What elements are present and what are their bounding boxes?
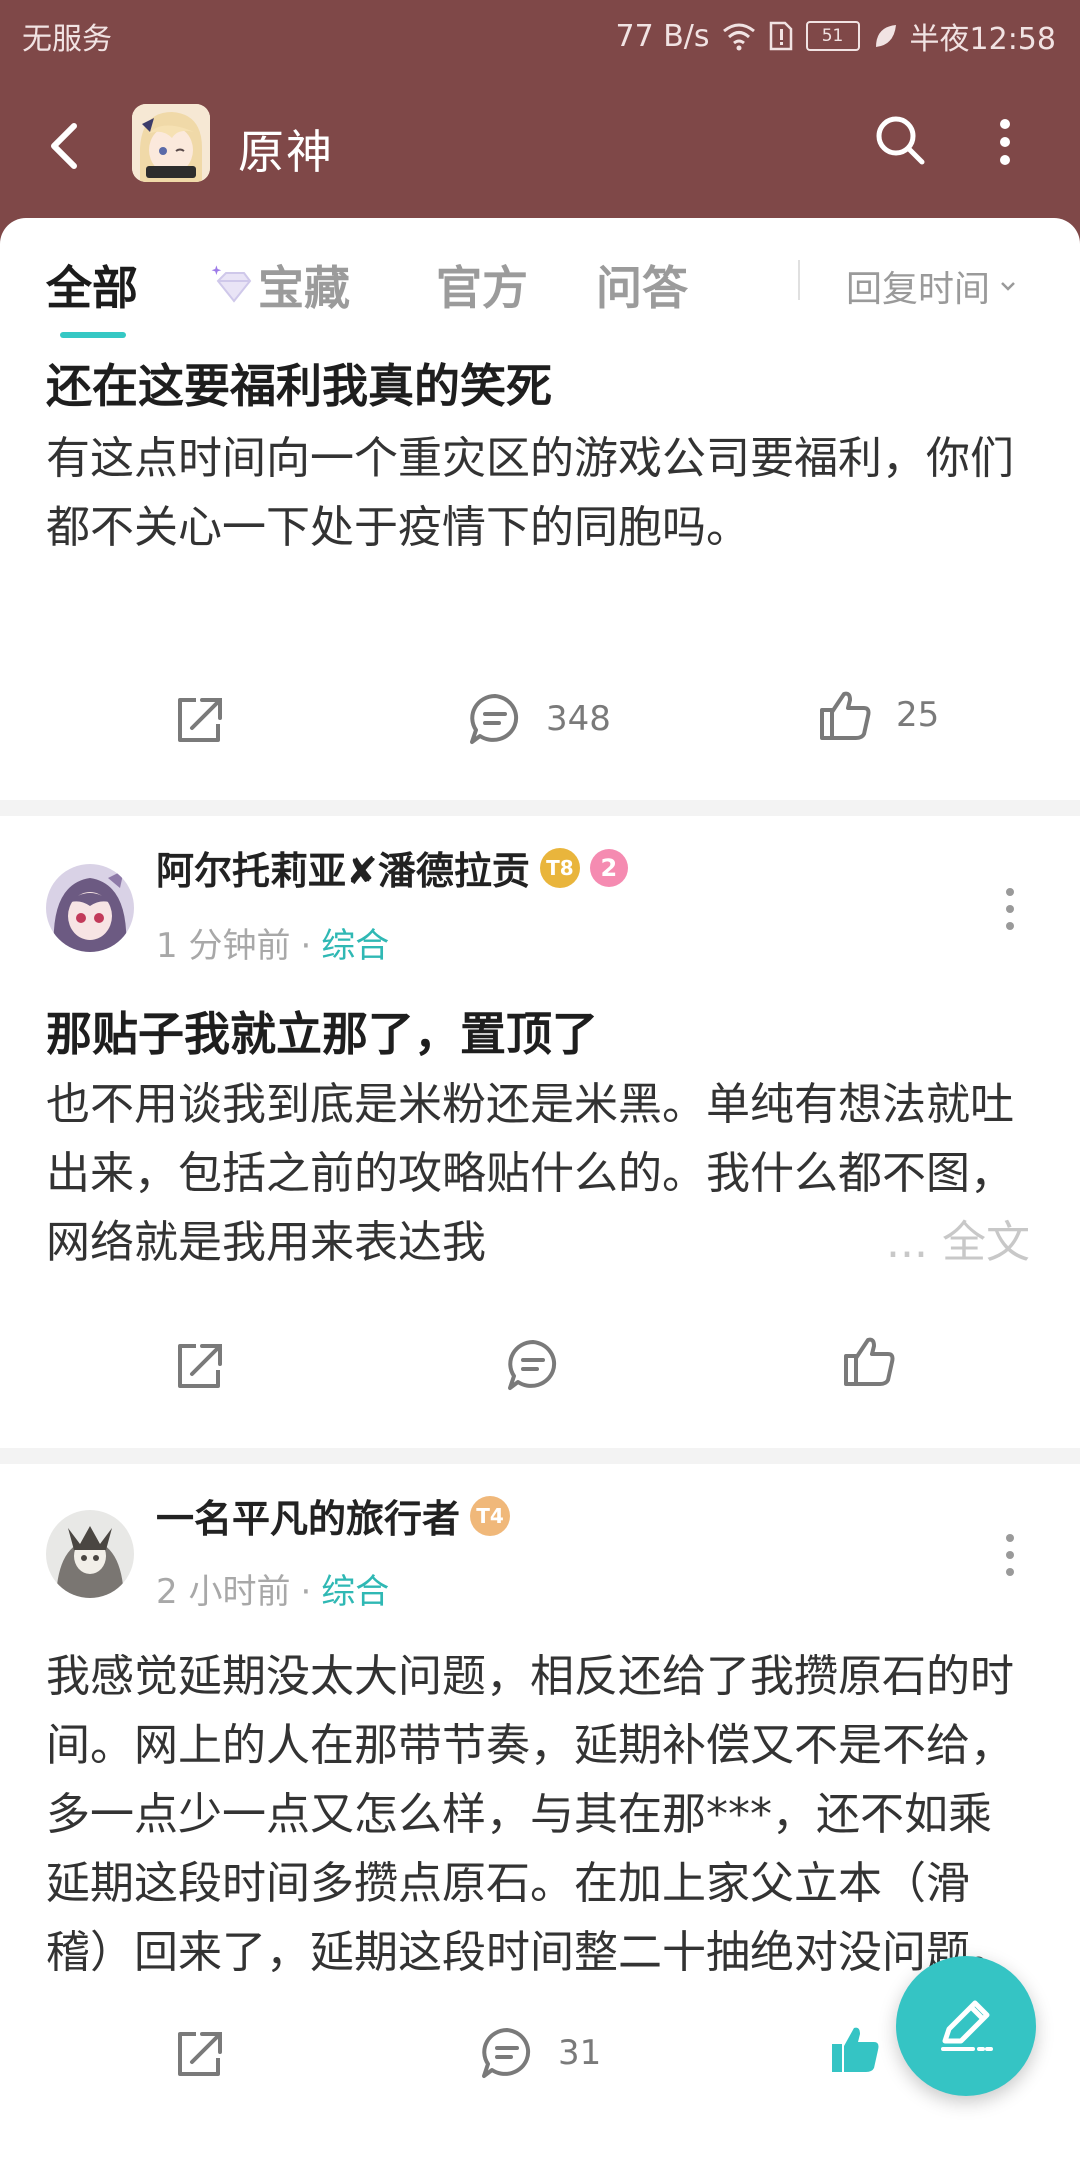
thumbs-up-filled-icon — [832, 2027, 879, 2072]
tab-treasure-label: 宝藏 — [258, 261, 350, 315]
content-sheet: 全部 宝藏 官方 问答 回复时间 还在这要福利我真的笑死 有这点时间向一个重灾区… — [0, 218, 1080, 2160]
clock: 半夜12:58 — [909, 22, 1056, 57]
like-button[interactable] — [840, 1332, 920, 1390]
comment-button[interactable]: 31 — [478, 2024, 601, 2082]
post-body[interactable]: 有这点时间向一个重灾区的游戏公司要福利，你们都不关心一下处于疫情下的同胞吗。 — [46, 424, 1026, 562]
meta-dot: · — [300, 926, 312, 966]
tab-all[interactable]: 全部 — [46, 252, 138, 318]
post-category[interactable]: 综合 — [321, 1572, 389, 1612]
comment-button[interactable]: 348 — [466, 690, 611, 748]
share-button[interactable] — [170, 1336, 228, 1394]
post-body[interactable]: 我感觉延期没太大问题，相反还给了我攒原石的时间。网上的人在那带节奏，延期补偿又不… — [46, 1642, 1026, 1987]
author-name: 一名平凡的旅行者 — [156, 1497, 461, 1541]
comment-icon — [470, 694, 519, 744]
avatar[interactable] — [46, 864, 134, 952]
avatar-art — [46, 1510, 134, 1598]
like-count: 25 — [896, 695, 940, 735]
tab-treasure[interactable]: 宝藏 — [210, 252, 350, 318]
network-speed: 77 B/s — [615, 18, 710, 54]
read-more-label: ... 全文 — [886, 1217, 1030, 1268]
rank-badge: 2 — [589, 848, 628, 887]
level-badge: T8 — [539, 847, 580, 888]
author-row[interactable]: 阿尔托莉亚✘潘德拉贡 T8 2 — [156, 840, 628, 895]
game-avatar-art — [132, 104, 210, 182]
post-meta: 2 小时前 · 综合 — [156, 1564, 389, 1613]
wifi-icon — [722, 23, 755, 51]
comment-icon — [482, 2028, 531, 2078]
thumbs-up-icon — [820, 691, 871, 740]
post-title[interactable]: 那贴子我就立那了，置顶了 — [46, 998, 598, 1064]
battery-indicator: 51 — [805, 21, 860, 51]
status-icons: 77 B/s 51 半夜12:58 — [616, 14, 1057, 58]
back-icon[interactable] — [40, 116, 88, 176]
active-tab-indicator — [60, 332, 126, 338]
tab-divider — [798, 260, 800, 300]
pen-icon — [941, 2000, 993, 2051]
avatar[interactable] — [46, 1510, 134, 1598]
sim-alert-icon — [769, 21, 792, 51]
level-badge: T4 — [470, 1495, 511, 1536]
meta-dot: · — [300, 1572, 312, 1612]
post-category[interactable]: 综合 — [321, 926, 389, 966]
sort-label: 回复时间 — [846, 269, 991, 310]
post-title[interactable]: 还在这要福利我真的笑死 — [46, 350, 552, 416]
carrier-label: 无服务 — [22, 22, 112, 57]
card-divider — [0, 800, 1080, 816]
share-button[interactable] — [170, 690, 228, 748]
post-body-text: 也不用谈我到底是米粉还是米黑。单纯有想法就吐出来，包括之前的攻略贴什么的。我什么… — [46, 1079, 1014, 1268]
share-icon — [178, 698, 222, 742]
card-divider — [0, 1448, 1080, 1464]
comment-button[interactable] — [504, 1336, 584, 1394]
compose-button[interactable] — [896, 1956, 1036, 2096]
post-time: 1 分钟前 — [156, 926, 291, 966]
more-vertical-icon[interactable] — [1000, 1530, 1020, 1580]
expand-link[interactable]: ... 全文 — [870, 1208, 1030, 1277]
more-vertical-icon[interactable] — [990, 112, 1020, 172]
post-time: 2 小时前 — [156, 1572, 291, 1612]
status-bar: 无服务 77 B/s 51 半夜12:58 — [0, 0, 1080, 70]
chevron-down-icon — [1001, 282, 1015, 291]
like-button[interactable]: 25 — [816, 686, 939, 744]
search-icon[interactable] — [870, 110, 930, 170]
author-name: 阿尔托莉亚✘潘德拉贡 — [156, 849, 530, 893]
share-button[interactable] — [170, 2024, 228, 2082]
thumbs-up-icon — [844, 1337, 895, 1386]
comment-count: 31 — [558, 2033, 602, 2073]
post-meta: 1 分钟前 · 综合 — [156, 918, 389, 967]
game-avatar[interactable] — [132, 104, 210, 182]
gem-icon — [211, 265, 252, 303]
sort-dropdown[interactable]: 回复时间 — [846, 260, 1018, 312]
author-row[interactable]: 一名平凡的旅行者 T4 — [156, 1488, 511, 1543]
share-icon — [178, 2032, 222, 2076]
filter-tabs: 全部 宝藏 官方 问答 回复时间 — [0, 218, 1080, 338]
app-header: 原神 — [0, 90, 1080, 200]
tab-official[interactable]: 官方 — [436, 252, 528, 318]
share-icon — [178, 1344, 222, 1388]
avatar-art — [46, 864, 134, 952]
tab-qa[interactable]: 问答 — [596, 252, 688, 318]
page-title: 原神 — [238, 125, 334, 179]
comment-count: 348 — [546, 699, 611, 739]
more-vertical-icon[interactable] — [1000, 884, 1020, 934]
comment-icon — [508, 1340, 557, 1390]
leaf-icon — [875, 25, 896, 47]
